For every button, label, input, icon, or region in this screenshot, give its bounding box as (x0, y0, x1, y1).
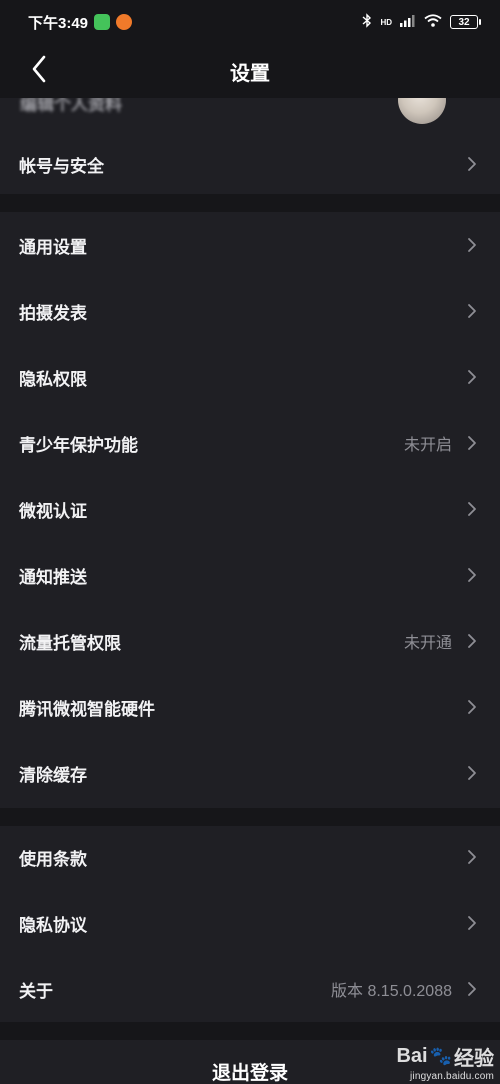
wifi-icon (424, 14, 442, 30)
logout-label: 退出登录 (211, 1063, 288, 1084)
status-left: 下午3:49 (28, 12, 133, 33)
row-shooting-publish[interactable]: 拍摄发表 (0, 278, 500, 344)
row-label: 隐私权限 (19, 369, 87, 389)
row-verification[interactable]: 微视认证 (0, 476, 500, 542)
row-about[interactable]: 关于 版本 8.15.0.2088 (0, 956, 500, 1022)
row-value: 版本 8.15.0.2088 (331, 983, 452, 1000)
row-label: 隐私协议 (19, 915, 87, 935)
wechat-app-icon (94, 14, 111, 30)
chevron-right-icon (466, 698, 478, 716)
row-label: 微视认证 (19, 501, 87, 521)
row-terms-of-use[interactable]: 使用条款 (0, 824, 500, 890)
watermark-url: jingyan.baidu.com (409, 1071, 494, 1082)
partial-row-label: 编辑个人资料 (20, 98, 122, 114)
row-label: 使用条款 (19, 849, 87, 869)
row-label: 通用设置 (19, 237, 87, 257)
back-button[interactable] (22, 54, 56, 88)
avatar (398, 98, 446, 124)
row-youth-protection[interactable]: 青少年保护功能 未开启 (0, 410, 500, 476)
bluetooth-icon (362, 13, 372, 31)
watermark-brand-suffix: 经验 (454, 1048, 494, 1070)
row-value: 未开通 (403, 635, 452, 652)
row-privacy-agreement[interactable]: 隐私协议 (0, 890, 500, 956)
watermark-brand-text: Bai (396, 1045, 428, 1067)
battery-level: 32 (458, 16, 470, 28)
chevron-right-icon (466, 566, 478, 584)
network-label: HD (380, 17, 392, 27)
watermark-brand: Bai 🐾 经验 (396, 1042, 494, 1071)
row-notifications[interactable]: 通知推送 (0, 542, 500, 608)
row-label: 关于 (19, 981, 53, 1001)
paw-icon: 🐾 (429, 1046, 452, 1066)
status-right: HD 32 (362, 13, 481, 31)
row-label: 清除缓存 (19, 765, 87, 785)
chevron-right-icon (466, 236, 478, 254)
status-time: 下午3:49 (28, 14, 89, 32)
page-title: 设置 (230, 62, 270, 85)
row-clear-cache[interactable]: 清除缓存 (0, 740, 500, 806)
chevron-right-icon (466, 302, 478, 320)
battery-icon: 32 (450, 15, 481, 29)
row-value: 未开启 (403, 437, 452, 454)
nav-bar: 设置 (0, 44, 500, 98)
row-data-hosting[interactable]: 流量托管权限 未开通 (0, 608, 500, 674)
row-label: 拍摄发表 (19, 303, 87, 323)
chevron-right-icon (466, 155, 478, 173)
row-label: 青少年保护功能 (19, 435, 138, 455)
chevron-left-icon (31, 55, 47, 88)
row-label: 流量托管权限 (19, 633, 121, 653)
watermark: Bai 🐾 经验 jingyan.baidu.com (396, 1042, 494, 1082)
chevron-right-icon (466, 434, 478, 452)
row-account-security[interactable]: 帐号与安全 (0, 131, 500, 197)
row-general-settings[interactable]: 通用设置 (0, 212, 500, 278)
partial-profile-row[interactable]: 编辑个人资料 (0, 98, 500, 132)
chevron-right-icon (466, 764, 478, 782)
row-smart-hardware[interactable]: 腾讯微视智能硬件 (0, 674, 500, 740)
chevron-right-icon (466, 368, 478, 386)
orange-app-icon (116, 14, 133, 30)
row-privacy-permissions[interactable]: 隐私权限 (0, 344, 500, 410)
row-label: 通知推送 (19, 567, 87, 587)
chevron-right-icon (466, 914, 478, 932)
settings-screen: 下午3:49 HD 32 设置 编辑个人资料 帐号与安全 通用设置 拍摄发表 隐… (0, 0, 500, 1084)
status-bar: 下午3:49 HD 32 (0, 0, 500, 44)
chevron-right-icon (466, 632, 478, 650)
signal-icon (400, 14, 416, 30)
row-label: 腾讯微视智能硬件 (19, 699, 155, 719)
chevron-right-icon (466, 980, 478, 998)
chevron-right-icon (466, 848, 478, 866)
row-label: 帐号与安全 (19, 156, 104, 176)
chevron-right-icon (466, 500, 478, 518)
